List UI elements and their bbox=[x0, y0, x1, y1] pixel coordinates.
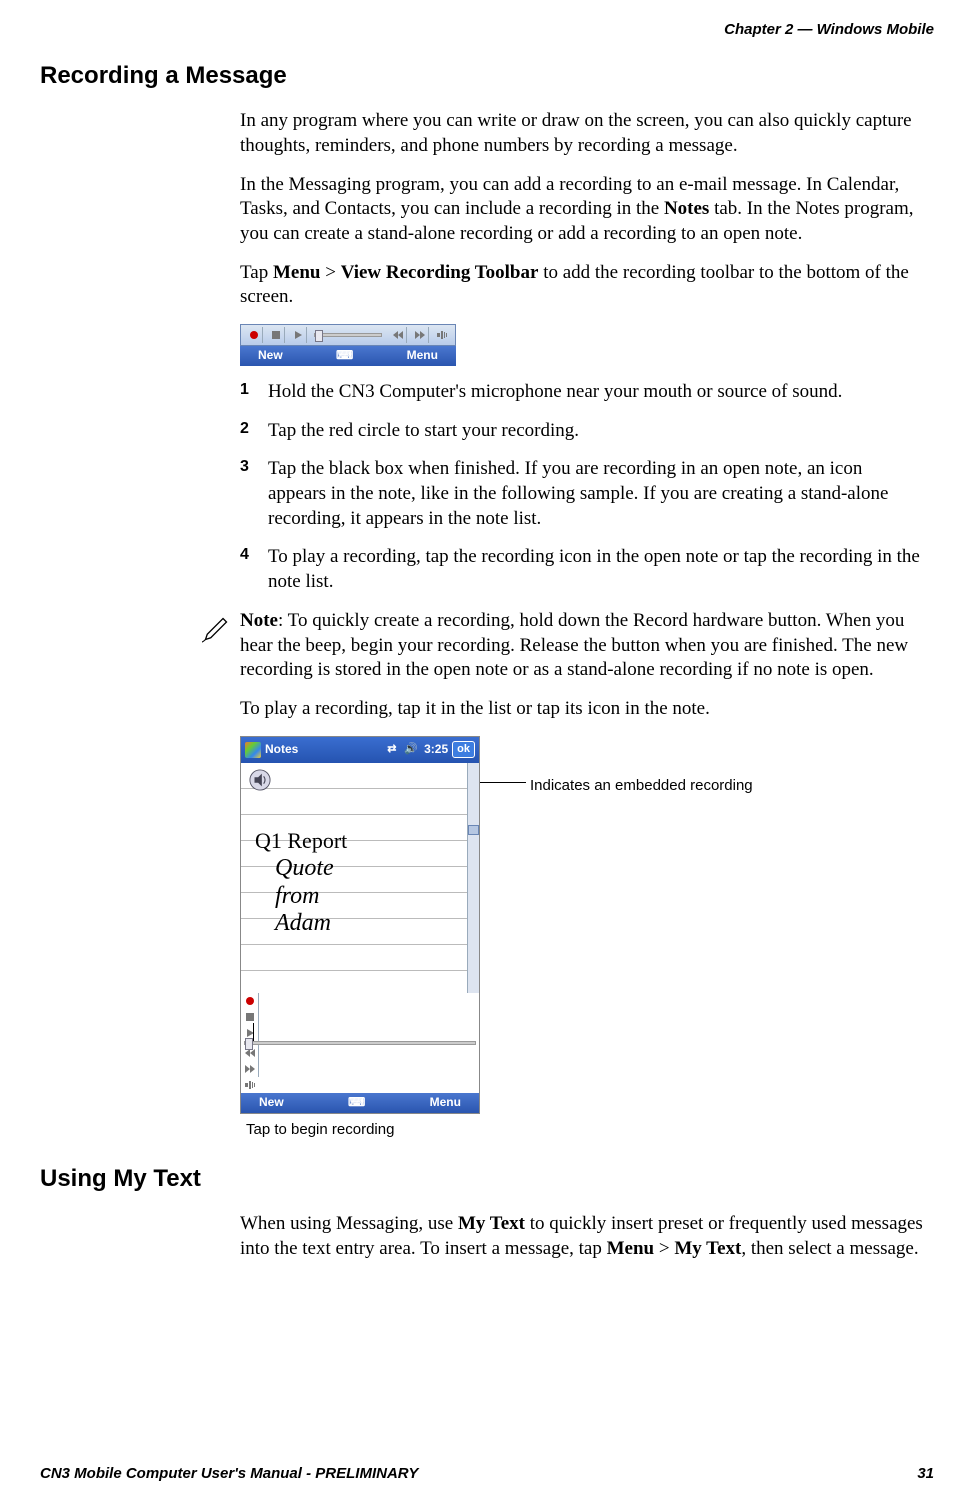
note-block: Note: To quickly create a recording, hol… bbox=[240, 609, 924, 722]
footer-page-number: 31 bbox=[917, 1464, 934, 1484]
volume-button[interactable] bbox=[241, 1077, 259, 1093]
mytext-para: When using Messaging, use My Text to qui… bbox=[240, 1212, 924, 1261]
volume-icon: 🔊 bbox=[404, 742, 418, 756]
embedded-recording-icon[interactable] bbox=[249, 769, 271, 791]
callout-embedded-recording: Indicates an embedded recording bbox=[530, 776, 753, 796]
rewind-button[interactable] bbox=[389, 327, 407, 343]
volume-button[interactable] bbox=[433, 327, 451, 343]
record-button[interactable] bbox=[245, 327, 263, 343]
forward-button[interactable] bbox=[241, 1061, 259, 1077]
title-bar: Notes ⇄ 🔊 3:25 ok bbox=[241, 737, 479, 763]
body-para-3: Tap Menu > View Recording Toolbar to add… bbox=[240, 261, 924, 310]
stop-button[interactable] bbox=[241, 1009, 259, 1025]
steps-list: 1Hold the CN3 Computer's microphone near… bbox=[240, 380, 924, 595]
running-header: Chapter 2 — Windows Mobile bbox=[724, 20, 934, 40]
keyboard-icon[interactable]: ⌨ bbox=[348, 1095, 365, 1111]
ok-button[interactable]: ok bbox=[452, 741, 475, 757]
heading-recording: Recording a Message bbox=[40, 60, 934, 91]
recording-toolbar-figure: New ⌨ Menu bbox=[240, 324, 456, 366]
handwriting-title: Q1 Report bbox=[255, 827, 347, 856]
notes-screenshot-figure: Indicates an embedded recording Notes ⇄ … bbox=[240, 736, 934, 1140]
caption-tap-record: Tap to begin recording bbox=[246, 1120, 934, 1140]
note-canvas[interactable]: Q1 Report Quote from Adam bbox=[241, 763, 479, 993]
record-button[interactable] bbox=[241, 993, 259, 1009]
stop-button[interactable] bbox=[267, 327, 285, 343]
play-instruction: To play a recording, tap it in the list … bbox=[240, 697, 924, 722]
play-button[interactable] bbox=[289, 327, 307, 343]
body-para-2: In the Messaging program, you can add a … bbox=[240, 173, 924, 247]
step-number: 2 bbox=[240, 419, 249, 440]
softkey-new[interactable]: New bbox=[259, 1095, 284, 1111]
callout-line bbox=[480, 782, 526, 783]
app-title: Notes bbox=[265, 742, 298, 758]
body-para-1: In any program where you can write or dr… bbox=[240, 109, 924, 158]
softkey-menu[interactable]: Menu bbox=[430, 1095, 461, 1111]
connectivity-icon: ⇄ bbox=[387, 742, 396, 756]
step-number: 1 bbox=[240, 380, 249, 401]
playback-slider[interactable] bbox=[244, 1041, 476, 1045]
heading-mytext: Using My Text bbox=[40, 1163, 934, 1194]
softkey-new[interactable]: New bbox=[258, 348, 283, 364]
keyboard-icon[interactable]: ⌨ bbox=[336, 348, 353, 364]
handwriting-body: Quote from Adam bbox=[255, 855, 347, 938]
forward-button[interactable] bbox=[411, 327, 429, 343]
clock-time: 3:25 bbox=[424, 742, 448, 758]
step-number: 3 bbox=[240, 457, 249, 478]
scrollbar[interactable] bbox=[467, 763, 479, 993]
note-icon bbox=[202, 615, 230, 643]
footer-left: CN3 Mobile Computer User's Manual - PREL… bbox=[40, 1464, 418, 1484]
softkey-menu[interactable]: Menu bbox=[407, 348, 438, 364]
step-number: 4 bbox=[240, 545, 249, 566]
playback-slider[interactable] bbox=[314, 333, 382, 337]
start-icon[interactable] bbox=[245, 742, 261, 758]
